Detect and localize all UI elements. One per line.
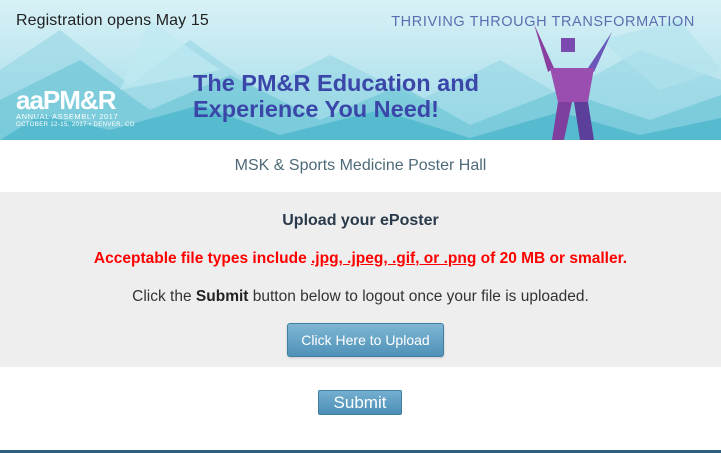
instructions-prefix: Click the: [132, 288, 196, 305]
registration-notice: Registration opens May 15: [16, 12, 209, 29]
submit-button[interactable]: Submit: [318, 390, 402, 415]
upload-button[interactable]: Click Here to Upload: [287, 323, 444, 357]
headline-line-1: The PM&R Education and: [193, 70, 479, 96]
header-banner: Registration opens May 15 THRIVING THROU…: [0, 0, 721, 140]
logout-instructions: Click the Submit button below to logout …: [0, 288, 721, 306]
upload-heading: Upload your ePoster: [282, 212, 439, 229]
instructions-suffix: button below to logout once your file is…: [248, 288, 589, 305]
celebrating-figure-icon: [534, 24, 612, 140]
poster-hall-title: MSK & Sports Medicine Poster Hall: [234, 157, 487, 174]
headline-line-2: Experience You Need!: [193, 96, 439, 122]
aapmr-logo: aaPM&R ANNUAL ASSEMBLY 2017 OCTOBER 12-1…: [16, 85, 135, 129]
headline: The PM&R Education and Experience You Ne…: [193, 70, 479, 122]
file-types-notice: Acceptable file types include .jpg, .jpe…: [0, 250, 721, 268]
logo-mark: aaPM&R: [16, 85, 116, 115]
logo-dates: OCTOBER 12-15, 2017 • DENVER, CO: [16, 122, 135, 128]
logo-subtitle: ANNUAL ASSEMBLY 2017: [16, 112, 119, 121]
upload-panel: Upload your ePoster Acceptable file type…: [0, 192, 721, 367]
file-types-extensions: .jpg, .jpeg, .gif, or .png: [311, 250, 477, 267]
instructions-submit-word: Submit: [195, 288, 249, 305]
file-types-prefix: Acceptable file types include: [93, 250, 311, 267]
file-types-suffix: of 20 MB or smaller.: [476, 250, 628, 267]
